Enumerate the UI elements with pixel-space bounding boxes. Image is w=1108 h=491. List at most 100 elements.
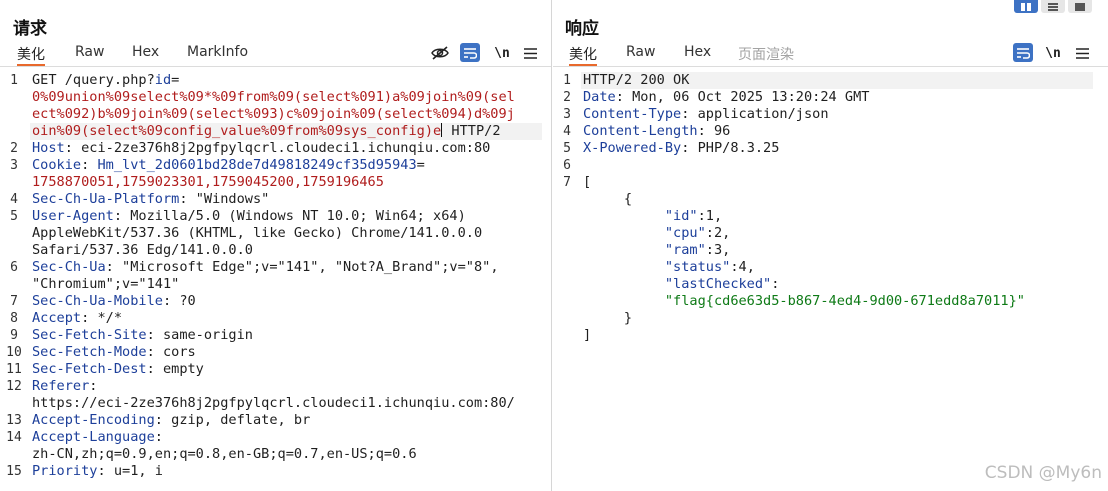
- code-token: Accept: [32, 310, 82, 326]
- code-token: :2,: [705, 225, 731, 241]
- menu-icon[interactable]: [522, 42, 538, 64]
- code-token: : empty: [146, 361, 204, 377]
- code-text: 0%09union%09select%09*%09from%09(select%…: [32, 89, 515, 106]
- code-line: 5 X-Powered-By: PHP/8.3.25: [553, 140, 1108, 157]
- line-number: 6: [10, 260, 18, 275]
- code-token: : PHP/8.3.25: [681, 140, 780, 156]
- code-token: "lastChecked": [664, 276, 772, 292]
- code-line: oin%09(select%09config_value%09from%09sy…: [0, 123, 551, 140]
- request-editor[interactable]: 1 GET /query.php?id= 0%09union%09select%09…: [0, 68, 551, 491]
- split-columns-icon[interactable]: [1014, 0, 1038, 13]
- line-number: 3: [563, 107, 571, 122]
- code-line: 9 Sec-Fetch-Site: same-origin: [0, 327, 551, 344]
- code-line: 12 Referer:: [0, 378, 551, 395]
- request-tab-pretty[interactable]: 美化: [17, 44, 45, 66]
- code-token: "ram": [664, 242, 706, 258]
- code-text: https://eci-2ze376h8j2pgfpylqcrl.cloudec…: [32, 395, 515, 412]
- code-line: "ram":3,: [553, 242, 1108, 259]
- response-editor[interactable]: 1 HTTP/2 200 OK 2 Date: Mon, 06 Oct 2025 13…: [553, 68, 1108, 491]
- code-text: HTTP/2 200 OK: [583, 72, 689, 89]
- code-text: Sec-Ch-Ua-Mobile: ?0: [32, 293, 196, 310]
- code-text: Priority: u=1, i: [32, 463, 163, 480]
- newline-toggle[interactable]: \n: [492, 42, 512, 64]
- wrap-lines-icon[interactable]: [1013, 43, 1033, 62]
- watermark: CSDN @My6n: [984, 463, 1102, 483]
- newline-toggle[interactable]: \n: [1043, 42, 1063, 64]
- code-token: X-Powered-By: [583, 140, 682, 156]
- code-text: Host: eci-2ze376h8j2pgfpylqcrl.cloudeci1…: [32, 140, 490, 157]
- line-number: 7: [10, 294, 18, 309]
- code-line: 6 Sec-Ch-Ua: "Microsoft Edge";v="141", "N…: [0, 259, 551, 276]
- code-line: "flag{cd6e63d5-b867-4ed4-9d00-671edd8a70…: [553, 293, 1108, 310]
- response-tab-hex[interactable]: Hex: [684, 44, 711, 66]
- code-token: Content-Length: [583, 123, 698, 139]
- code-line: "id":1,: [553, 208, 1108, 225]
- code-text: "id":1,: [583, 208, 722, 225]
- code-text: ect%092)b%09join%09(select%093)c%09join%…: [32, 106, 515, 123]
- code-line: 1758870051,1759023301,1759045200,1759196…: [0, 174, 551, 191]
- single-pane-icon[interactable]: [1068, 0, 1092, 13]
- code-text: Cookie: Hm_lvt_2d0601bd28de7d49818249cf3…: [32, 157, 425, 174]
- code-token: ]: [583, 327, 592, 343]
- response-tab-raw[interactable]: Raw: [626, 44, 655, 66]
- code-line: 3 Cookie: Hm_lvt_2d0601bd28de7d49818249cf…: [0, 157, 551, 174]
- code-line: AppleWebKit/537.36 (KHTML, like Gecko) C…: [0, 225, 551, 242]
- code-token: https://eci-2ze376h8j2pgfpylqcrl.cloudec…: [32, 395, 515, 411]
- line-number: 13: [6, 413, 22, 428]
- code-token: "status": [664, 259, 731, 275]
- request-tab-hex[interactable]: Hex: [132, 44, 159, 66]
- response-tab-pretty[interactable]: 美化: [569, 44, 597, 66]
- code-token: "cpu": [664, 225, 706, 241]
- code-token: Date: [583, 89, 616, 105]
- menu-icon[interactable]: [1074, 42, 1090, 64]
- code-line: 10 Sec-Fetch-Mode: cors: [0, 344, 551, 361]
- code-text: "cpu":2,: [583, 225, 730, 242]
- code-line: 8 Accept: */*: [0, 310, 551, 327]
- code-line: {: [553, 191, 1108, 208]
- code-line: 7 Sec-Ch-Ua-Mobile: ?0: [0, 293, 551, 310]
- code-text: zh-CN,zh;q=0.9,en;q=0.8,en-GB;q=0.7,en-U…: [32, 446, 417, 463]
- line-number: 4: [10, 192, 18, 207]
- code-text: Date: Mon, 06 Oct 2025 13:20:24 GMT: [583, 89, 869, 106]
- code-token: Host: [32, 140, 65, 156]
- code-line: 4 Sec-Ch-Ua-Platform: "Windows": [0, 191, 551, 208]
- code-line: 0%09union%09select%09*%09from%09(select%…: [0, 89, 551, 106]
- line-number: 2: [10, 141, 18, 156]
- code-token: : Mozilla/5.0 (Windows NT 10.0; Win64; x…: [113, 208, 466, 224]
- code-token: :: [771, 276, 780, 292]
- code-text: Accept: */*: [32, 310, 122, 327]
- code-token: :1,: [697, 208, 723, 224]
- line-number: 9: [10, 328, 18, 343]
- code-text: AppleWebKit/537.36 (KHTML, like Gecko) C…: [32, 225, 482, 242]
- request-tab-markinfo[interactable]: MarkInfo: [187, 44, 248, 66]
- response-tab-render[interactable]: 页面渲染: [738, 44, 794, 66]
- code-token: "flag{cd6e63d5-b867-4ed4-9d00-671edd8a70…: [664, 293, 1025, 309]
- code-text: oin%09(select%09config_value%09from%09sy…: [32, 123, 501, 140]
- code-token: Sec-Fetch-Mode: [32, 344, 147, 360]
- code-token: GET /query.php?: [32, 72, 155, 88]
- eye-off-icon[interactable]: [430, 42, 450, 64]
- code-text: Sec-Fetch-Dest: empty: [32, 361, 204, 378]
- code-token: =: [171, 72, 180, 88]
- code-token: }: [583, 310, 633, 326]
- line-number: 8: [10, 311, 18, 326]
- request-title: 请求: [13, 19, 47, 39]
- request-tab-raw[interactable]: Raw: [75, 44, 104, 66]
- code-token: :3,: [705, 242, 731, 258]
- code-token: AppleWebKit/537.36 (KHTML, like Gecko) C…: [32, 225, 483, 241]
- line-number: 6: [563, 158, 571, 173]
- split-rows-icon[interactable]: [1041, 0, 1065, 13]
- code-token: HTTP/2: [443, 123, 501, 139]
- line-number: 5: [563, 141, 571, 156]
- code-token: Sec-Ch-Ua: [32, 259, 106, 275]
- code-token: : application/json: [681, 106, 829, 122]
- request-pane: 请求 美化 Raw Hex MarkInfo \n 1 GET /query.ph…: [0, 0, 552, 491]
- code-token: : 96: [697, 123, 731, 139]
- code-line: 2 Host: eci-2ze376h8j2pgfpylqcrl.cloudeci…: [0, 140, 551, 157]
- wrap-lines-icon[interactable]: [460, 43, 480, 62]
- code-line: 2 Date: Mon, 06 Oct 2025 13:20:24 GMT: [553, 89, 1108, 106]
- code-text: User-Agent: Mozilla/5.0 (Windows NT 10.0…: [32, 208, 466, 225]
- code-token: : same-origin: [146, 327, 253, 343]
